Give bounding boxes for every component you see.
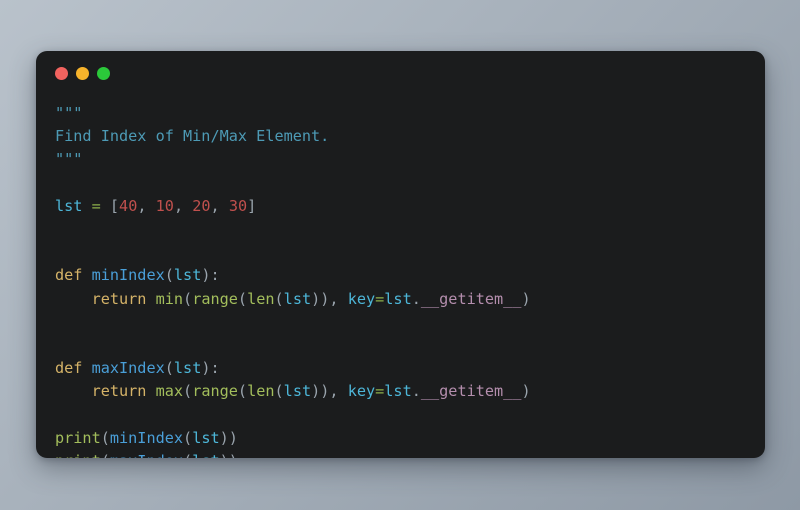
- code-token-function: minIndex: [91, 266, 165, 285]
- code-token-keyword: def: [55, 266, 83, 285]
- code-token-punct: [146, 290, 155, 308]
- code-token-variable: lst: [173, 359, 202, 378]
- code-token-dunder: __getitem__: [420, 289, 522, 308]
- code-token-punct: )): [220, 452, 238, 458]
- code-line: """: [55, 148, 747, 171]
- code-token-punct: (: [274, 289, 284, 308]
- window-titlebar: [36, 51, 765, 95]
- code-token-punct: ,: [210, 196, 229, 215]
- code-token-operator: =: [91, 196, 101, 215]
- code-token-builtin: min: [155, 289, 184, 308]
- code-token-function: maxIndex: [110, 452, 183, 458]
- code-token-variable: key: [347, 382, 376, 401]
- code-token-punct: [82, 266, 91, 284]
- code-token-punct: )),: [311, 382, 348, 401]
- code-snippet-window: """ Find Index of Min/Max Element. """ l…: [36, 51, 765, 458]
- code-token-punct: ):: [201, 359, 220, 378]
- code-token-punct: [: [100, 196, 120, 215]
- code-token-punct: [55, 382, 92, 400]
- code-token-dunder: __getitem__: [420, 382, 522, 401]
- code-token-number: 10: [155, 196, 174, 215]
- code-token-docstring: Find Index of Min/Max Element.: [55, 127, 330, 146]
- code-token-punct: (: [183, 452, 192, 458]
- code-token-number: 20: [192, 196, 211, 215]
- code-token-punct: ]: [247, 196, 257, 215]
- code-token-builtin: range: [192, 289, 238, 308]
- code-token-punct: (: [183, 289, 193, 308]
- code-token-punct: (: [237, 289, 248, 308]
- code-token-variable: lst: [384, 382, 412, 401]
- code-line: print(maxIndex(lst)): [55, 450, 747, 458]
- code-token-number: 30: [228, 196, 248, 215]
- code-line: def minIndex(lst):: [55, 264, 747, 287]
- code-token-punct: ,: [137, 196, 156, 215]
- code-token-punct: [82, 197, 91, 215]
- code-token-punct: ):: [201, 266, 220, 285]
- traffic-light-group: [55, 67, 110, 80]
- code-token-operator: =: [375, 382, 385, 401]
- code-token-punct: .: [411, 382, 421, 401]
- code-token-variable: lst: [192, 452, 219, 458]
- code-token-punct: (: [183, 428, 193, 447]
- code-token-punct: [82, 359, 91, 377]
- code-token-builtin: max: [155, 382, 184, 401]
- code-line: return max(range(len(lst)), key=lst.__ge…: [55, 380, 747, 403]
- code-token-punct: ): [521, 382, 531, 401]
- code-line: def maxIndex(lst):: [55, 357, 747, 380]
- code-token-punct: .: [411, 289, 421, 308]
- code-token-function: minIndex: [109, 428, 184, 447]
- code-token-docstring: """: [55, 104, 83, 122]
- code-token-punct: [55, 290, 92, 308]
- code-line: Find Index of Min/Max Element.: [55, 125, 747, 148]
- code-token-operator: =: [375, 289, 385, 308]
- code-token-variable: lst: [55, 196, 83, 215]
- code-token-punct: (: [164, 359, 174, 378]
- source-code[interactable]: """ Find Index of Min/Max Element. """ l…: [55, 102, 747, 458]
- minimize-button[interactable]: [76, 67, 89, 80]
- code-token-punct: (: [274, 382, 284, 401]
- code-token-punct: (: [101, 452, 110, 458]
- code-token-variable: lst: [384, 289, 412, 308]
- maximize-button[interactable]: [97, 67, 110, 80]
- code-token-punct: (: [183, 382, 193, 401]
- code-token-builtin: print: [55, 428, 101, 447]
- code-token-builtin: len: [247, 382, 275, 401]
- code-token-punct: (: [237, 382, 248, 401]
- code-token-variable: key: [347, 289, 376, 308]
- code-token-builtin: range: [192, 382, 238, 401]
- code-token-punct: )),: [311, 289, 348, 308]
- code-line: return min(range(len(lst)), key=lst.__ge…: [55, 288, 747, 311]
- code-token-punct: ): [521, 289, 531, 308]
- code-token-builtin: len: [247, 289, 275, 308]
- code-token-number: 40: [119, 196, 138, 215]
- code-token-docstring: """: [55, 150, 83, 169]
- code-line: print(minIndex(lst)): [55, 427, 747, 450]
- code-token-variable: lst: [283, 382, 312, 401]
- code-token-function: maxIndex: [91, 359, 165, 378]
- code-token-keyword: return: [91, 289, 147, 308]
- code-token-keyword: def: [55, 359, 83, 378]
- code-editor-area[interactable]: """ Find Index of Min/Max Element. """ l…: [36, 95, 765, 458]
- code-token-punct: (: [100, 428, 110, 447]
- code-token-punct: [146, 382, 155, 400]
- code-line: lst = [40, 10, 20, 30]: [55, 195, 747, 218]
- code-token-variable: lst: [283, 289, 312, 308]
- code-token-punct: )): [219, 428, 238, 447]
- code-line: """: [55, 102, 747, 125]
- code-token-punct: ,: [173, 196, 193, 215]
- code-token-variable: lst: [173, 266, 202, 285]
- screen: """ Find Index of Min/Max Element. """ l…: [0, 0, 800, 510]
- code-token-variable: lst: [192, 428, 220, 447]
- close-button[interactable]: [55, 67, 68, 80]
- code-token-keyword: return: [91, 382, 147, 401]
- code-token-builtin: print: [55, 452, 101, 458]
- code-token-punct: (: [164, 266, 174, 285]
